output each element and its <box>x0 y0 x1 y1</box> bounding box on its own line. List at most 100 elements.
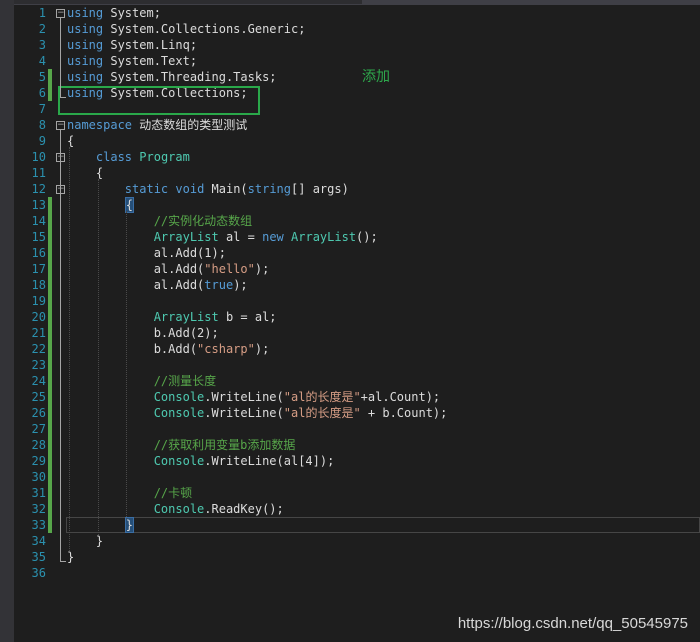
change-indicator <box>48 421 52 437</box>
line-number: 24 <box>31 374 46 388</box>
code-line[interactable]: al.Add(true); <box>67 277 248 293</box>
change-indicator <box>48 485 52 501</box>
line-number: 14 <box>31 214 46 228</box>
code-token: System.Threading.Tasks; <box>103 70 277 84</box>
code-token: al.Add( <box>67 278 205 292</box>
code-token: } <box>67 534 104 548</box>
line-number: 26 <box>31 406 46 420</box>
code-line[interactable]: Console.ReadKey(); <box>67 501 284 517</box>
code-line[interactable]: using System.Threading.Tasks; <box>67 69 277 85</box>
code-token: "csharp" <box>197 342 255 356</box>
code-token: .ReadKey(); <box>204 502 284 516</box>
code-token: ); <box>254 342 270 356</box>
code-token: Console <box>153 502 205 516</box>
code-token: new <box>262 230 284 244</box>
line-number: 20 <box>31 310 46 324</box>
code-token: using <box>67 22 104 36</box>
code-token: //实例化动态数组 <box>153 214 253 228</box>
code-line[interactable]: b.Add(2); <box>67 325 219 341</box>
matched-brace: } <box>124 517 135 533</box>
line-number: 16 <box>31 246 46 260</box>
collapse-toggle-icon[interactable]: − <box>56 9 65 18</box>
line-number: 8 <box>38 118 46 132</box>
line-number: 28 <box>31 438 46 452</box>
code-line[interactable]: static void Main(string[] args) <box>67 181 349 197</box>
code-token: .WriteLine(al[4]); <box>204 454 335 468</box>
code-line[interactable]: { <box>67 197 135 213</box>
code-line[interactable]: al.Add(1); <box>67 245 226 261</box>
code-line[interactable]: //实例化动态数组 <box>67 213 252 229</box>
line-number: 36 <box>31 566 46 580</box>
line-number: 2 <box>38 22 46 36</box>
code-line[interactable]: //获取利用变量b添加数据 <box>67 437 296 453</box>
change-indicator <box>48 389 52 405</box>
code-token: Main( <box>204 182 248 196</box>
line-number: 4 <box>38 54 46 68</box>
code-token: 动态数组的类型测试 <box>132 118 248 132</box>
code-token: "hello" <box>204 262 255 276</box>
code-line[interactable]: Console.WriteLine("al的长度是" + b.Count); <box>67 405 448 421</box>
line-number: 33 <box>31 518 46 532</box>
code-line[interactable]: class Program <box>67 149 190 165</box>
code-token: "al的长度是" <box>283 390 361 404</box>
code-line[interactable]: using System.Collections.Generic; <box>67 21 305 37</box>
code-token: ); <box>254 262 270 276</box>
code-line[interactable]: //卡顿 <box>67 485 192 501</box>
line-number: 29 <box>31 454 46 468</box>
line-number: 35 <box>31 550 46 564</box>
line-number: 31 <box>31 486 46 500</box>
line-number: 5 <box>38 70 46 84</box>
code-line[interactable]: } <box>67 549 74 565</box>
change-indicator <box>48 85 52 101</box>
code-token: (); <box>356 230 378 244</box>
code-line[interactable]: } <box>67 533 103 549</box>
line-number: 13 <box>31 198 46 212</box>
code-token: void <box>175 182 205 196</box>
code-line[interactable]: using System.Text; <box>67 53 197 69</box>
code-line[interactable]: Console.WriteLine("al的长度是"+al.Count); <box>67 389 440 405</box>
document-tab[interactable] <box>362 0 700 4</box>
code-line[interactable]: using System.Linq; <box>67 37 197 53</box>
code-token: using <box>67 38 104 52</box>
code-token: al.Add(1); <box>67 246 226 260</box>
code-token: //获取利用变量b添加数据 <box>153 438 296 452</box>
code-line[interactable]: //测量长度 <box>67 373 216 389</box>
line-number: 19 <box>31 294 46 308</box>
line-number: 9 <box>38 134 46 148</box>
code-token: [] args) <box>291 182 349 196</box>
code-line[interactable]: ArrayList al = new ArrayList(); <box>67 229 378 245</box>
change-indicator <box>48 341 52 357</box>
change-indicator <box>48 501 52 517</box>
change-indicator <box>48 277 52 293</box>
code-token: b = al; <box>218 310 277 324</box>
outline-line <box>60 18 61 97</box>
code-token: { <box>67 166 104 180</box>
change-indicator <box>48 69 52 85</box>
code-token: string <box>247 182 292 196</box>
collapse-toggle-icon[interactable]: − <box>56 121 65 130</box>
code-token: Console <box>153 406 205 420</box>
change-indicator <box>48 197 52 213</box>
code-token: ArrayList <box>153 310 219 324</box>
code-line[interactable]: using System; <box>67 5 161 21</box>
indent-guide <box>126 211 127 519</box>
change-indicator <box>48 213 52 229</box>
code-token: System.Collections.Generic; <box>103 22 306 36</box>
code-line[interactable]: } <box>67 517 135 533</box>
change-indicator <box>48 325 52 341</box>
change-indicator <box>48 357 52 373</box>
code-line[interactable]: Console.WriteLine(al[4]); <box>67 453 335 469</box>
code-line[interactable]: namespace 动态数组的类型测试 <box>67 117 247 133</box>
line-number: 11 <box>31 166 46 180</box>
outline-line <box>60 130 61 561</box>
code-token: .WriteLine( <box>204 406 284 420</box>
line-number: 18 <box>31 278 46 292</box>
line-number: 15 <box>31 230 46 244</box>
added-line-highlight-box <box>58 86 260 115</box>
editor-left-margin <box>0 0 14 642</box>
